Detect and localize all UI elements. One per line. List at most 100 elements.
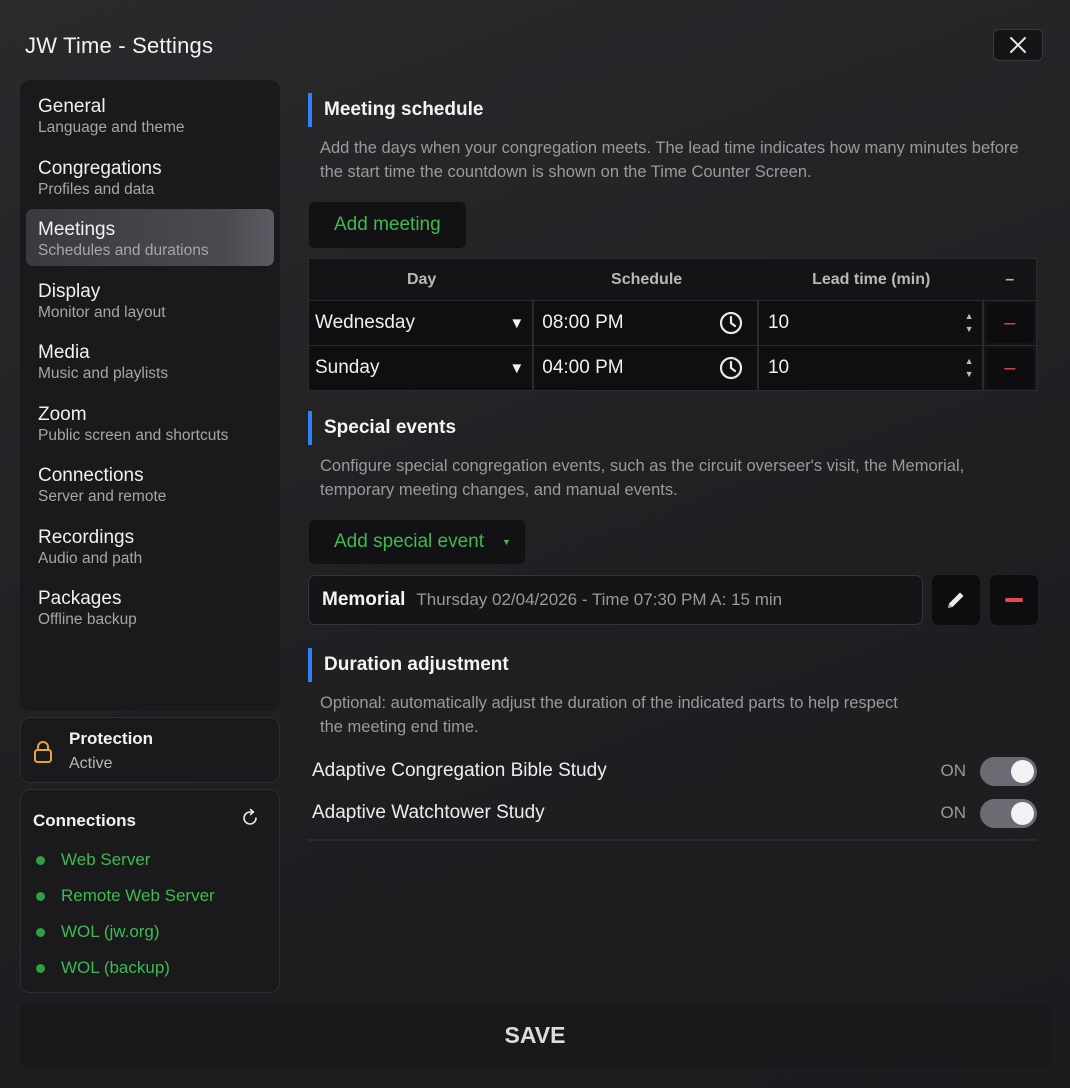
lead-time-input[interactable]: 10 ▲ ▼ [758,301,984,345]
sidebar-item-media[interactable]: Media Music and playlists [26,332,274,389]
spinner-arrows-icon[interactable]: ▲ ▼ [965,310,974,336]
connection-label: WOL (backup) [61,958,170,977]
add-special-event-button[interactable]: Add special event ▼ [309,520,525,564]
connection-wol-backup: WOL (backup) [33,950,267,986]
caret-down-icon: ▼ [509,359,525,377]
sidebar-item-recordings[interactable]: Recordings Audio and path [26,517,274,574]
toggle-knob [1011,759,1034,783]
add-special-event-label: Add special event [334,531,484,552]
window-title: JW Time - Settings [25,33,214,58]
protection-panel[interactable]: Protection Active [20,717,280,783]
status-dot-icon [36,855,45,865]
sidebar-item-subtitle: Profiles and data [38,180,155,198]
event-detail: Thursday 02/04/2026 - Time 07:30 PM A: 1… [416,590,783,609]
time-input[interactable]: 04:00 PM [534,346,759,390]
column-header-schedule: Schedule [534,258,759,301]
toggle-row-watchtower-study: Adaptive Watchtower Study ON [312,797,1037,829]
toggle-state: ON [940,803,967,822]
status-dot-icon [36,927,45,937]
toggle-state: ON [940,761,967,780]
sidebar-item-packages[interactable]: Packages Offline backup [26,578,274,635]
sidebar-item-subtitle: Monitor and layout [38,303,166,321]
sidebar-item-display[interactable]: Display Monitor and layout [26,271,274,328]
edit-event-button[interactable] [932,575,980,625]
close-icon [1010,37,1026,53]
connection-wol-jw: WOL (jw.org) [33,914,267,950]
refresh-icon[interactable] [240,808,260,833]
caret-down-icon: ▼ [502,537,511,547]
sidebar-item-label: General [38,96,106,117]
sidebar-item-subtitle: Server and remote [38,488,167,505]
bible-study-toggle[interactable] [980,756,1037,786]
sidebar-item-subtitle: Schedules and durations [38,242,209,259]
clock-icon[interactable] [719,311,743,335]
pencil-icon [948,592,964,608]
protection-title: Protection [69,729,154,748]
watchtower-study-toggle[interactable] [980,798,1037,828]
sidebar-nav: General Language and theme Congregations… [20,80,280,711]
sidebar-item-subtitle: Offline backup [38,611,137,628]
column-header-remove: – [983,258,1037,301]
divider [308,839,1037,841]
special-event-card[interactable]: Memorial Thursday 02/04/2026 - Time 07:3… [308,575,923,625]
sidebar-item-subtitle: Language and theme [38,119,185,136]
lead-time-value: 10 [767,312,790,333]
sidebar-item-subtitle: Audio and path [38,549,143,567]
day-select[interactable]: Sunday ▼ [309,346,535,390]
sidebar-item-label: Connections [38,465,144,486]
connection-remote-web-server: Remote Web Server [33,878,267,914]
caret-down-icon: ▼ [509,314,525,332]
column-header-lead-time: Lead time (min) [758,258,984,301]
connection-label: Remote Web Server [61,886,215,905]
toggle-label: Adaptive Congregation Bible Study [312,760,607,781]
column-header-day: Day [308,258,535,301]
sidebar-item-meetings[interactable]: Meetings Schedules and durations [26,209,274,266]
connection-web-server: Web Server [33,842,267,878]
connection-label: Web Server [61,850,151,869]
status-dot-icon [36,963,45,973]
event-name: Memorial [322,589,406,610]
sidebar-item-subtitle: Music and playlists [38,365,169,382]
lead-time-input[interactable]: 10 ▲ ▼ [758,346,984,390]
sidebar-item-label: Display [38,280,101,302]
remove-meeting-button[interactable]: – [985,348,1034,388]
protection-status: Active [69,755,113,772]
table-row: Wednesday ▼ 08:00 PM 10 ▲ ▼ – [308,300,1037,346]
lead-time-value: 10 [767,357,790,378]
day-select[interactable]: Wednesday ▼ [309,301,535,345]
sidebar-item-label: Packages [38,588,122,609]
duration-adjustment-title: Duration adjustment [308,648,509,682]
special-events-title: Special events [308,411,456,445]
spinner-arrows-icon[interactable]: ▲ ▼ [965,355,974,381]
sidebar-item-label: Media [38,342,90,363]
sidebar-item-connections[interactable]: Connections Server and remote [26,455,274,512]
day-value: Wednesday [315,312,415,333]
sidebar-item-congregations[interactable]: Congregations Profiles and data [26,148,274,205]
table-row: Sunday ▼ 04:00 PM 10 ▲ ▼ – [308,345,1037,391]
connection-label: WOL (jw.org) [61,922,160,941]
day-value: Sunday [315,357,380,378]
remove-meeting-button[interactable]: – [985,303,1034,343]
time-value: 08:00 PM [542,312,624,333]
time-value: 04:00 PM [542,357,624,378]
clock-icon[interactable] [719,356,743,380]
connections-title: Connections [33,810,136,830]
save-button[interactable]: SAVE [20,1003,1050,1068]
remove-event-button[interactable] [990,575,1038,625]
time-input[interactable]: 08:00 PM [534,301,759,345]
meeting-schedule-title: Meeting schedule [308,93,483,127]
sidebar-item-general[interactable]: General Language and theme [26,86,274,143]
close-button[interactable] [993,29,1043,61]
connections-panel: Connections Web Server Remote Web Server… [20,789,280,993]
sidebar-item-zoom[interactable]: Zoom Public screen and shortcuts [26,394,274,451]
meeting-schedule-description: Add the days when your congregation meet… [320,139,1019,181]
add-meeting-button[interactable]: Add meeting [309,202,466,248]
sidebar-item-label: Meetings [38,219,116,240]
sidebar-item-label: Recordings [38,526,135,548]
sidebar-item-subtitle: Public screen and shortcuts [38,426,229,444]
sidebar-item-label: Congregations [38,157,162,179]
toggle-knob [1011,801,1034,825]
special-events-description: Configure special congregation events, s… [320,457,965,499]
meeting-table: Day Schedule Lead time (min) – Wednesday… [308,258,1037,391]
minus-icon [1005,598,1023,602]
